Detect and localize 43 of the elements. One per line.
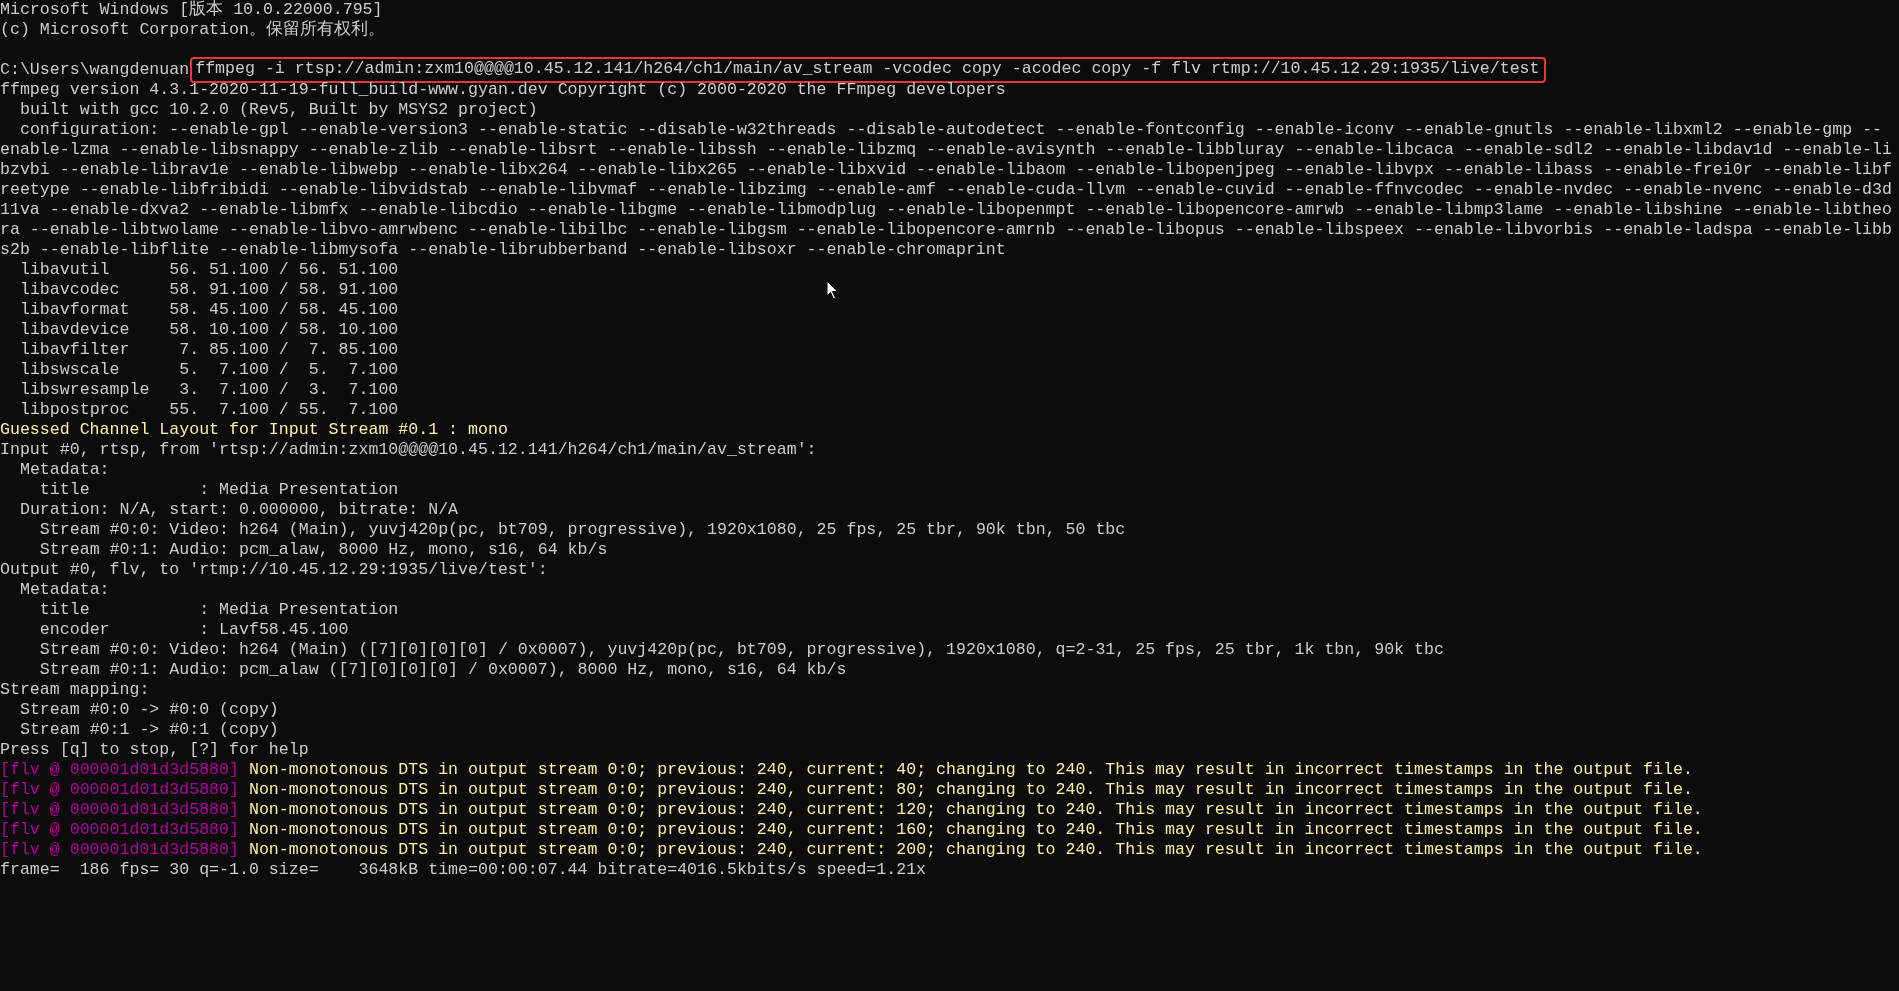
console-text: ffmpeg version 4.3.1-2020-11-19-full_build-www.gyan.dev Copyright (c) 2000-2020 the FFmpeg developers — [0, 80, 1006, 100]
log-message: Non-monotonous DTS in output stream 0:0; previous: 240, current: 80; changing to 240. This may result in incorrect timestamps in the output file. — [248, 780, 1693, 800]
log-message: Non-monotonous DTS in output stream 0:0; previous: 240, current: 120; changing to 240. This may result in incorrect timestamps in the output file. — [248, 800, 1703, 820]
console-text: Stream #0:0: Video: h264 (Main), yuvj420p(pc, bt709, progressive), 1920x1080, 25 fps, 25 tbr, 90k tbn, 50 tbc — [38, 520, 1126, 540]
console-text: built with gcc 10.2.0 (Rev5, Built by MSYS2 project) — [18, 100, 538, 120]
console-text: frame= 186 fps= 30 q=-1.0 size= 3648kB time=00:00:07.44 bitrate=4016.5kbits/s speed=1.21x — [0, 860, 927, 880]
console-text: Stream #0:0 -> #0:0 (copy) — [18, 700, 279, 720]
console-text: Metadata: — [18, 580, 110, 600]
console-text: Input #0, rtsp, from 'rtsp://admin:zxm10@@@@10.45.12.141/h264/ch1/main/av_stream': — [0, 440, 817, 460]
console-text: encoder : Lavf58.45.100 — [38, 620, 349, 640]
console-text: Stream #0:0: Video: h264 (Main) ([7][0][0][0] / 0x0007), yuvj420p(pc, bt709, progressive), 1920x1080, q=2-31, 25 fps, 25 tbr, 1k tbn, 90k tbc — [38, 640, 1444, 660]
console-text: libswresample 3. 7.100 / 3. 7.100 — [18, 380, 399, 400]
log-prefix: [flv @ 000001d01d3d5880] — [0, 820, 239, 840]
console-text: libavformat 58. 45.100 / 58. 45.100 — [18, 300, 399, 320]
console-text: libavutil 56. 51.100 / 56. 51.100 — [18, 260, 399, 280]
console-text: Guessed Channel Layout for Input Stream #0.1 : mono — [0, 420, 508, 440]
console-text: Duration: N/A, start: 0.000000, bitrate: N/A — [18, 500, 459, 520]
console-text: libavfilter 7. 85.100 / 7. 85.100 — [18, 340, 399, 360]
log-message: Non-monotonous DTS in output stream 0:0; previous: 240, current: 200; changing to 240. This may result in incorrect timestamps in the output file. — [248, 840, 1703, 860]
console-text: libpostproc 55. 7.100 / 55. 7.100 — [18, 400, 399, 420]
log-message: Non-monotonous DTS in output stream 0:0; previous: 240, current: 160; changing to 240. This may result in incorrect timestamps in the output file. — [248, 820, 1703, 840]
log-prefix: [flv @ 000001d01d3d5880] — [0, 780, 239, 800]
console-text: Output #0, flv, to 'rtmp://10.45.12.29:1935/live/test': — [0, 560, 548, 580]
console-text: (c) Microsoft Corporation。保留所有权利。 — [0, 20, 385, 40]
console-text: libavdevice 58. 10.100 / 58. 10.100 — [18, 320, 399, 340]
console-text: libavcodec 58. 91.100 / 58. 91.100 — [18, 280, 399, 300]
prompt-path: C:\Users\wangdenuan — [0, 60, 190, 80]
console-text: libswscale 5. 7.100 / 5. 7.100 — [18, 360, 399, 380]
log-prefix: [flv @ 000001d01d3d5880] — [0, 840, 239, 860]
console-text: Stream mapping: — [0, 680, 150, 700]
log-message: Non-monotonous DTS in output stream 0:0; previous: 240, current: 40; changing to 240. This may result in incorrect timestamps in the output file. — [248, 760, 1693, 780]
console-text: title : Media Presentation — [38, 600, 399, 620]
console-text: Stream #0:1: Audio: pcm_alaw ([7][0][0][0] / 0x0007), 8000 Hz, mono, s16, 64 kb/s — [38, 660, 847, 680]
log-prefix: [flv @ 000001d01d3d5880] — [0, 800, 239, 820]
console-text: Stream #0:1: Audio: pcm_alaw, 8000 Hz, mono, s16, 64 kb/s — [38, 540, 608, 560]
console-text: Press [q] to stop, [?] for help — [0, 740, 309, 760]
highlighted-command: ffmpeg -i rtsp://admin:zxm10@@@@10.45.12.141/h264/ch1/main/av_stream -vcodec copy -acodec copy -f flv rtmp://10.45.12.29:1935/live/test — [190, 57, 1546, 83]
mouse-pointer-icon — [826, 280, 839, 300]
console-text: Metadata: — [18, 460, 110, 480]
log-prefix: [flv @ 000001d01d3d5880] — [0, 760, 239, 780]
console-text: Stream #0:1 -> #0:1 (copy) — [18, 720, 279, 740]
console-text: Microsoft Windows [版本 10.0.22000.795] — [0, 0, 383, 20]
console-text: title : Media Presentation — [38, 480, 399, 500]
